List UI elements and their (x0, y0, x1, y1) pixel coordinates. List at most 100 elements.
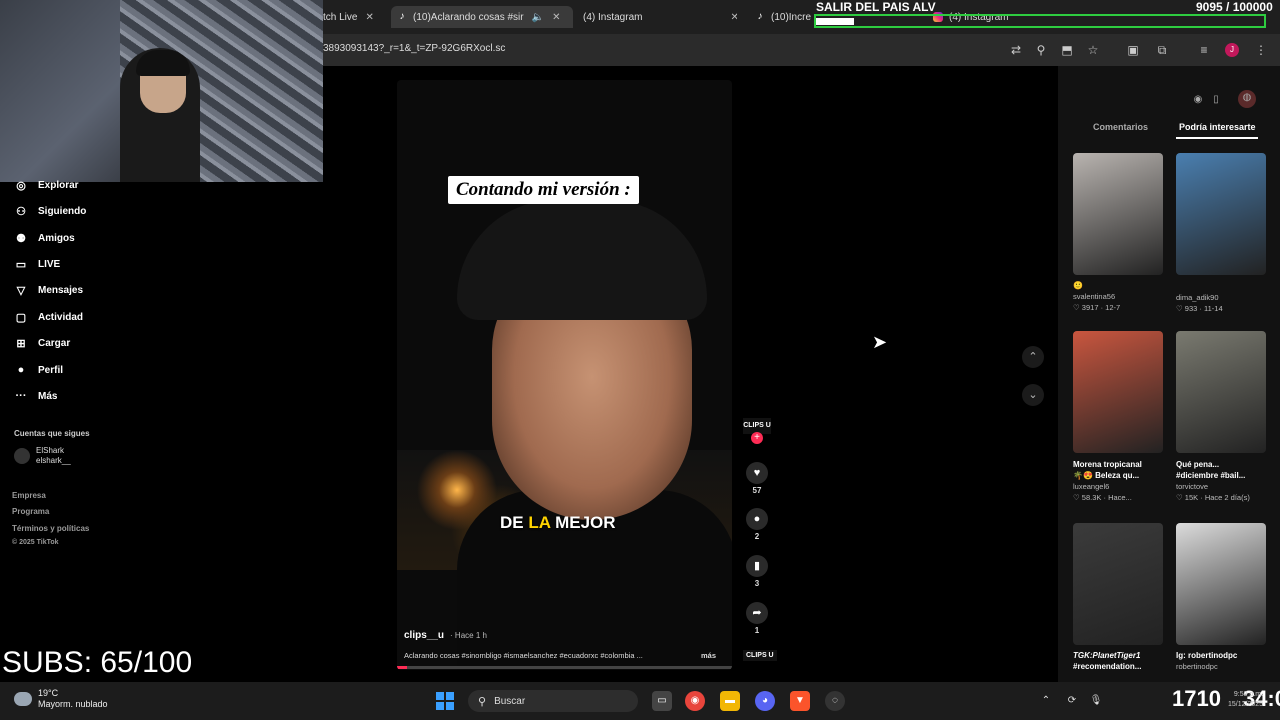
next-video-button[interactable]: ⌄ (1022, 384, 1044, 406)
translate-icon[interactable]: ⇄ (1008, 42, 1024, 58)
sidebar-item-perfil[interactable]: ● Perfil (14, 361, 63, 379)
profile-avatar-icon[interactable]: J (1225, 43, 1239, 57)
footer-link-programa[interactable]: Programa (12, 507, 49, 516)
taskbar-search[interactable]: ⚲ Buscar (468, 690, 638, 712)
tab-comentarios[interactable]: Comentarios (1093, 122, 1148, 132)
recommended-user[interactable]: svalentina56 (1073, 291, 1168, 302)
bookmark-star-icon[interactable]: ☆ (1085, 42, 1101, 58)
tab-twitch[interactable]: tch Live ✕ (323, 6, 383, 28)
recommended-title: TGK:PlanetTiger1 (1073, 651, 1141, 660)
extensions-icon[interactable]: ⧉ (1154, 42, 1170, 58)
microphone-icon[interactable]: 🎙 (1086, 691, 1106, 711)
video-subtitle: DE LA MEJOR (500, 513, 616, 533)
more-link[interactable]: más (701, 651, 716, 660)
active-tab-indicator (1176, 137, 1258, 139)
sidebar-item-mas[interactable]: ··· Más (14, 387, 58, 405)
recommended-meta: dima_adik90 ♡ 933 · 11-14 (1176, 292, 1271, 314)
video-progress-bar[interactable] (397, 666, 732, 669)
activity-icon: ▢ (15, 311, 27, 324)
weather-widget[interactable]: 19°C Mayorm. nublado (14, 688, 108, 710)
cloud-icon (14, 692, 32, 706)
creator-avatar[interactable]: CLIPS U + (743, 418, 771, 446)
tab-podria-interesarte[interactable]: Podría interesarte (1179, 122, 1256, 132)
streamer-cap (136, 50, 190, 76)
recommended-stats: ♡ 15K · Hace 2 día(s) (1176, 493, 1250, 502)
url-field[interactable]: 3893093143?_r=1&_t=ZP-92G6RXocl.sc (323, 43, 505, 54)
messages-icon: ▽ (16, 284, 26, 297)
install-icon[interactable]: ⬒ (1059, 42, 1075, 58)
tiktok-icon: ♪ (757, 11, 763, 22)
save-button[interactable]: ▮ 3 (744, 555, 770, 588)
sidebar-item-label: Más (38, 390, 58, 402)
recommended-thumb[interactable] (1176, 523, 1266, 645)
recommended-user[interactable]: torvictove (1176, 481, 1271, 492)
chevron-up-icon[interactable]: ⌃ (1036, 691, 1056, 711)
zoom-icon[interactable]: ⚲ (1033, 42, 1049, 58)
video-player[interactable]: Contando mi versión : DE LA MEJOR clips_… (397, 80, 732, 670)
task-view-icon[interactable]: ▭ (652, 691, 672, 711)
recommended-thumb[interactable] (1176, 331, 1266, 453)
recommended-desc: 🌴😍 Beleza qu... (1073, 471, 1140, 480)
goal-counter: 9095 / 100000 (1196, 0, 1273, 14)
sidebar-item-label: Siguiendo (38, 205, 87, 217)
mute-icon[interactable]: 🔈 (532, 12, 544, 23)
description-text: Aclarando cosas #sinombligo #ismaelsanch… (404, 651, 643, 660)
live-icon: ▭ (15, 258, 27, 271)
author-name[interactable]: clips__u (404, 630, 444, 641)
heart-icon: ♥ (746, 462, 768, 484)
recommended-user[interactable]: luxeangel6 (1073, 481, 1168, 492)
sidebar-item-live[interactable]: ▭ LIVE (14, 255, 60, 273)
recommended-stats: ♡ 933 · 11-14 (1176, 304, 1223, 313)
share-count: 1 (754, 626, 760, 635)
settings-icon[interactable]: ◉ (1190, 92, 1206, 108)
subtitle-part: DE (500, 513, 529, 532)
discord-icon[interactable]: ◕ (755, 691, 775, 711)
mouse-cursor-icon: ➤ (872, 332, 888, 352)
windows-start-icon[interactable] (436, 692, 454, 710)
close-icon[interactable]: ✕ (552, 12, 560, 23)
chevron-down-icon: ⌄ (1028, 389, 1038, 401)
recommended-user[interactable]: dima_adik90 (1176, 292, 1271, 303)
kebab-menu-icon[interactable]: ⋮ (1253, 42, 1269, 58)
tiktok-icon: ♪ (399, 11, 405, 22)
share-button[interactable]: ➦ 1 (744, 602, 770, 635)
recommended-thumb[interactable] (1176, 153, 1266, 275)
previous-video-button[interactable]: ⌃ (1022, 346, 1044, 368)
recommended-user[interactable]: robertinodpc (1176, 661, 1271, 672)
sidebar-item-mensajes[interactable]: ▽ Mensajes (14, 281, 83, 299)
device-icon[interactable]: ▯ (1208, 92, 1224, 108)
comment-button[interactable]: ● 2 (744, 508, 770, 541)
user-avatar-icon[interactable]: ◍ (1238, 90, 1256, 108)
sidepanel-icon[interactable]: ▣ (1125, 42, 1141, 58)
comment-count: 2 (754, 532, 760, 541)
account-handle: elshark__ (36, 456, 71, 465)
file-explorer-icon[interactable]: ▬ (720, 691, 740, 711)
following-account[interactable]: ElShark elshark__ (14, 446, 71, 466)
brave-icon[interactable]: ▼ (790, 691, 810, 711)
recommended-title: 🙂 (1073, 281, 1083, 290)
recommended-thumb[interactable] (1073, 331, 1163, 453)
recommended-thumb[interactable] (1073, 153, 1163, 275)
obs-icon[interactable]: ◌ (825, 691, 845, 711)
sidebar-item-label: Cargar (38, 337, 71, 349)
network-icon[interactable]: ⟳ (1062, 691, 1082, 711)
sidebar-item-amigos[interactable]: ⚉ Amigos (14, 229, 75, 247)
recommended-thumb[interactable] (1073, 523, 1163, 645)
chrome-icon[interactable]: ◉ (685, 691, 705, 711)
sound-disc[interactable]: CLIPS U (743, 650, 777, 661)
footer-link-empresa[interactable]: Empresa (12, 491, 46, 500)
tab-tiktok-active[interactable]: ♪ (10)Aclarando cosas #sir 🔈 ✕ (391, 6, 573, 28)
media-icon[interactable]: ≡ (1196, 42, 1212, 58)
tab-instagram[interactable]: (4) Instagram ✕ (577, 6, 737, 28)
sidebar-item-actividad[interactable]: ▢ Actividad (14, 308, 83, 326)
sidebar-item-siguiendo[interactable]: ⚇ Siguiendo (14, 202, 86, 220)
close-icon[interactable]: ✕ (730, 12, 737, 23)
close-icon[interactable]: ✕ (365, 12, 373, 23)
video-author[interactable]: clips__u · Hace 1 h (404, 630, 487, 641)
system-clock[interactable]: 9:59 p.m. 15/12/2025 (1228, 690, 1263, 710)
video-progress-fill (397, 666, 408, 669)
sidebar-item-cargar[interactable]: ⊞ Cargar (14, 334, 70, 352)
footer-link-terminos[interactable]: Términos y políticas (12, 524, 89, 533)
like-button[interactable]: ♥ 57 (744, 462, 770, 495)
sidebar-item-explorar[interactable]: ◎ Explorar (14, 176, 78, 194)
